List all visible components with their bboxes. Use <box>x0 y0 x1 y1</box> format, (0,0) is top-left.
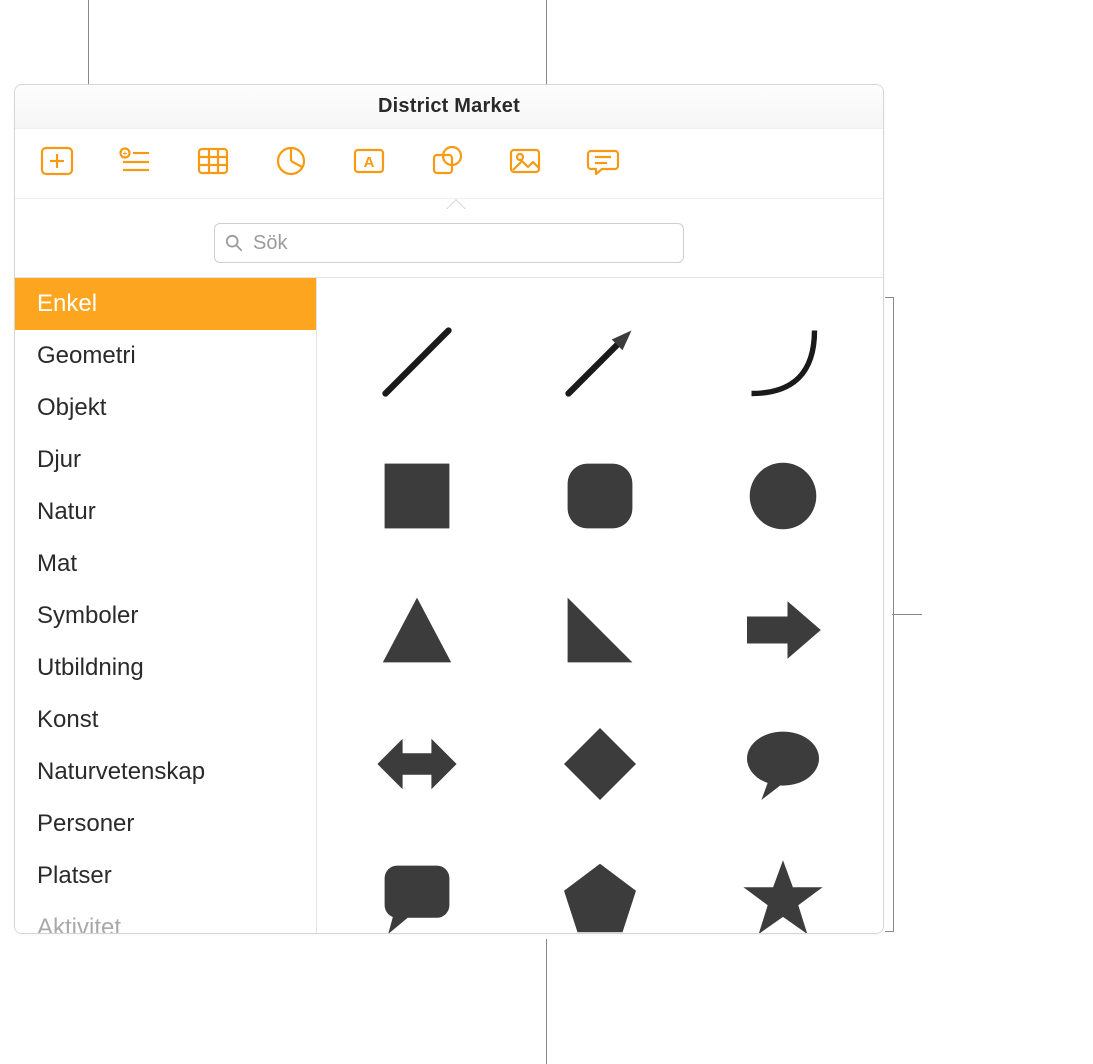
add-button[interactable] <box>35 142 79 186</box>
svg-text:A: A <box>364 154 375 171</box>
search-icon <box>225 234 243 252</box>
shape-double-arrow[interactable] <box>367 714 467 814</box>
shape-speech-oval[interactable] <box>733 714 833 814</box>
category-konst[interactable]: Konst <box>15 694 316 746</box>
category-label: Aktivitet <box>37 914 121 933</box>
list-icon: + <box>117 143 153 184</box>
table-button[interactable] <box>191 142 235 186</box>
shape-button[interactable] <box>425 142 469 186</box>
chart-icon <box>273 143 309 184</box>
plus-icon <box>39 143 75 184</box>
category-label: Naturvetenskap <box>37 758 205 786</box>
textbox-icon: A <box>351 143 387 184</box>
shape-triangle[interactable] <box>367 580 467 680</box>
lists-button[interactable]: + <box>113 142 157 186</box>
category-mat[interactable]: Mat <box>15 538 316 590</box>
category-platser[interactable]: Platser <box>15 850 316 902</box>
category-label: Enkel <box>37 290 97 318</box>
category-label: Symboler <box>37 602 138 630</box>
category-utbildning[interactable]: Utbildning <box>15 642 316 694</box>
category-enkel[interactable]: Enkel <box>15 278 316 330</box>
shape-rounded-square[interactable] <box>550 446 650 546</box>
svg-text:+: + <box>123 149 128 158</box>
shape-grid <box>317 278 883 933</box>
category-aktivitet[interactable]: Aktivitet <box>15 902 316 933</box>
popover-arrow <box>445 198 467 209</box>
shape-right-triangle[interactable] <box>550 580 650 680</box>
textbox-button[interactable]: A <box>347 142 391 186</box>
search-input[interactable] <box>251 231 673 256</box>
comment-button[interactable] <box>581 142 625 186</box>
titlebar: District Market <box>15 85 883 129</box>
chart-button[interactable] <box>269 142 313 186</box>
media-icon <box>507 143 543 184</box>
category-geometri[interactable]: Geometri <box>15 330 316 382</box>
category-label: Natur <box>37 498 96 526</box>
shape-pentagon[interactable] <box>550 848 650 933</box>
shape-curve[interactable] <box>733 312 833 412</box>
category-label: Platser <box>37 862 112 890</box>
search-box[interactable] <box>214 223 684 263</box>
callout-line <box>892 614 922 615</box>
category-objekt[interactable]: Objekt <box>15 382 316 434</box>
category-natur[interactable]: Natur <box>15 486 316 538</box>
shape-arrow[interactable] <box>550 312 650 412</box>
window-title: District Market <box>378 95 520 118</box>
category-label: Djur <box>37 446 81 474</box>
category-label: Geometri <box>37 342 136 370</box>
callout-line <box>546 939 547 1064</box>
app-window: District Market + <box>14 84 884 934</box>
shape-arrow-right-block[interactable] <box>733 580 833 680</box>
toolbar: + A <box>15 129 883 199</box>
shape-line[interactable] <box>367 312 467 412</box>
shape-star[interactable] <box>733 848 833 933</box>
shape-icon <box>429 143 465 184</box>
shape-diamond[interactable] <box>550 714 650 814</box>
category-list: Enkel Geometri Objekt Djur Natur Mat Sym… <box>15 278 317 933</box>
media-button[interactable] <box>503 142 547 186</box>
table-icon <box>195 143 231 184</box>
category-label: Utbildning <box>37 654 144 682</box>
category-djur[interactable]: Djur <box>15 434 316 486</box>
comment-icon <box>585 143 621 184</box>
category-symboler[interactable]: Symboler <box>15 590 316 642</box>
shapes-popover: Enkel Geometri Objekt Djur Natur Mat Sym… <box>15 209 883 933</box>
category-label: Objekt <box>37 394 106 422</box>
category-label: Mat <box>37 550 77 578</box>
category-label: Konst <box>37 706 98 734</box>
category-naturvetenskap[interactable]: Naturvetenskap <box>15 746 316 798</box>
shape-speech-rect[interactable] <box>367 848 467 933</box>
category-personer[interactable]: Personer <box>15 798 316 850</box>
search-row <box>15 209 883 278</box>
shape-circle[interactable] <box>733 446 833 546</box>
category-label: Personer <box>37 810 134 838</box>
shape-square[interactable] <box>367 446 467 546</box>
